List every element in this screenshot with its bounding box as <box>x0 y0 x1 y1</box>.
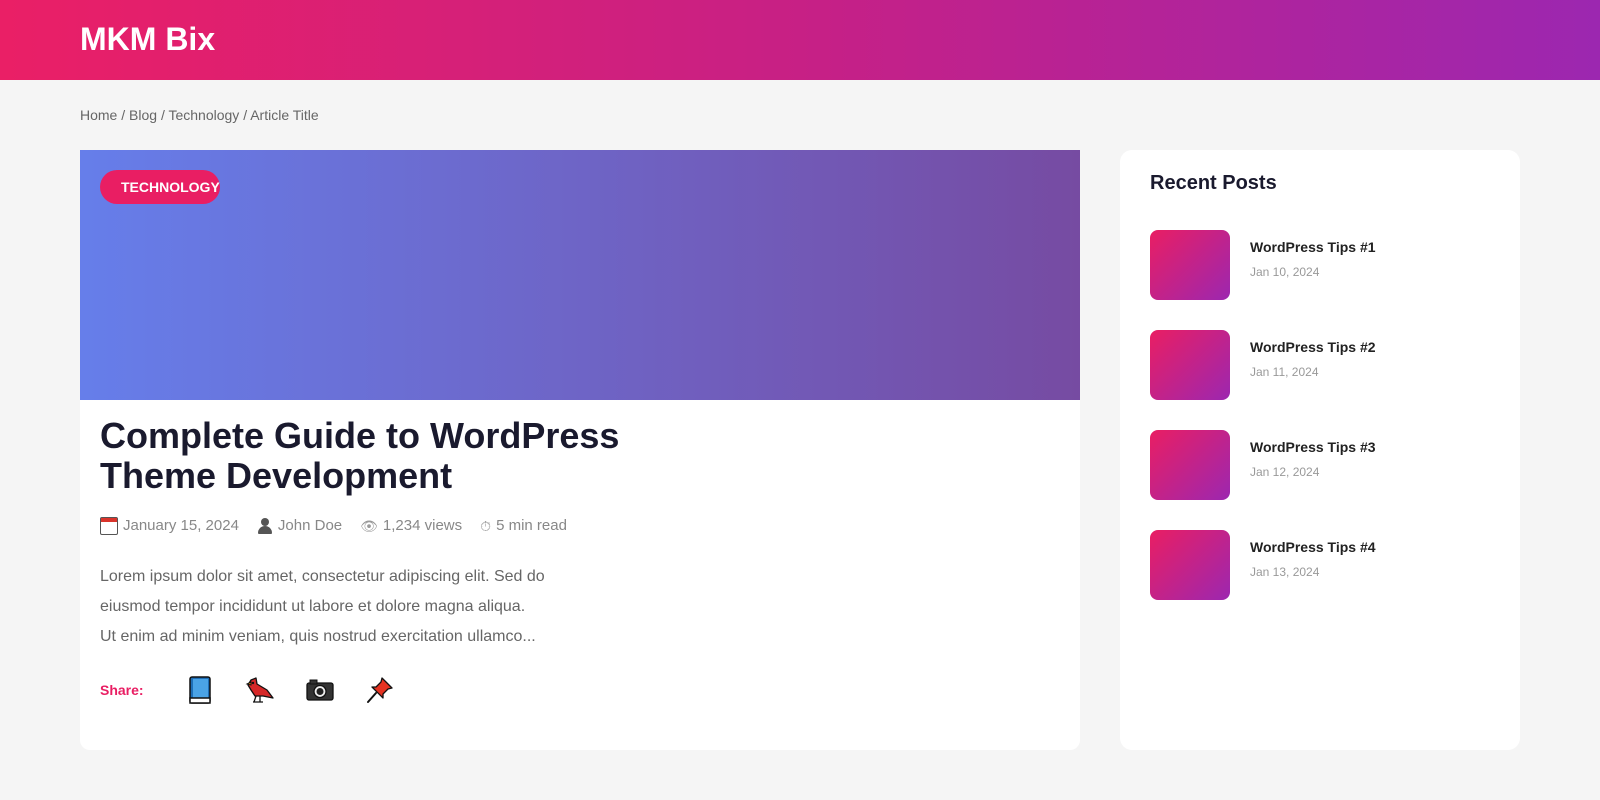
breadcrumb-separator: / <box>157 107 169 123</box>
meta-read-time-text: 5 min read <box>496 517 567 534</box>
share-twitter-button[interactable] <box>240 670 280 710</box>
site-logo[interactable]: MKM Bix <box>80 20 215 58</box>
share-label: Share: <box>100 682 144 698</box>
post-date: Jan 11, 2024 <box>1250 365 1319 379</box>
post-title[interactable]: WordPress Tips #4 <box>1250 539 1376 555</box>
excerpt-line: Ut enim ad minim veniam, quis nostrud ex… <box>100 628 536 645</box>
camera-icon <box>306 679 334 701</box>
recent-post-item[interactable]: WordPress Tips #4 Jan 13, 2024 <box>1150 530 1490 600</box>
breadcrumb-separator: / <box>239 107 251 123</box>
recent-post-item[interactable]: WordPress Tips #2 Jan 11, 2024 <box>1150 330 1490 400</box>
breadcrumb-blog[interactable]: Blog <box>129 107 157 123</box>
article-title: Complete Guide to WordPress Theme Develo… <box>100 415 620 496</box>
meta-author-text[interactable]: John Doe <box>278 516 342 536</box>
share-pinterest-button[interactable] <box>360 670 400 710</box>
meta-date: January 15, 2024 <box>100 516 239 536</box>
post-date: Jan 10, 2024 <box>1250 265 1320 279</box>
share-bar: Share: <box>100 670 420 710</box>
post-title[interactable]: WordPress Tips #1 <box>1250 239 1376 255</box>
site-header: MKM Bix <box>0 0 1600 80</box>
pushpin-icon <box>367 677 393 703</box>
post-title[interactable]: WordPress Tips #3 <box>1250 439 1376 455</box>
breadcrumb-current: Article Title <box>250 107 319 123</box>
meta-views: 👁 1,234 views <box>360 516 462 536</box>
share-instagram-button[interactable] <box>300 670 340 710</box>
sidebar-recent-posts: Recent Posts WordPress Tips #1 Jan 10, 2… <box>1120 150 1520 750</box>
article-hero-image: TECHNOLOGY <box>80 150 1080 400</box>
share-facebook-button[interactable] <box>180 670 220 710</box>
eye-icon: 👁 <box>360 518 378 534</box>
meta-views-text: 1,234 views <box>382 517 463 534</box>
bird-icon <box>245 677 274 703</box>
calendar-icon <box>100 517 118 535</box>
post-thumbnail[interactable] <box>1150 230 1230 300</box>
meta-read-time: ⏱ 5 min read <box>480 516 567 536</box>
post-thumbnail[interactable] <box>1150 330 1230 400</box>
article-excerpt: Lorem ipsum dolor sit amet, consectetur … <box>100 562 570 652</box>
breadcrumb-separator: / <box>117 107 130 123</box>
breadcrumb-home[interactable]: Home <box>80 107 117 123</box>
article-meta: January 15, 2024 John Doe 👁 1,234 views … <box>100 516 585 536</box>
article-card: TECHNOLOGY Complete Guide to WordPress T… <box>80 150 1080 750</box>
clock-icon: ⏱ <box>480 518 492 534</box>
post-thumbnail[interactable] <box>1150 430 1230 500</box>
meta-date-text: January 15, 2024 <box>123 517 239 534</box>
breadcrumb: Home / Blog / Technology / Article Title <box>80 106 319 124</box>
recent-post-item[interactable]: WordPress Tips #1 Jan 10, 2024 <box>1150 230 1490 300</box>
excerpt-line: Lorem ipsum dolor sit amet, consectetur … <box>100 568 545 585</box>
post-date: Jan 12, 2024 <box>1250 465 1320 479</box>
excerpt-line: eiusmod tempor incididunt ut labore et d… <box>100 598 526 615</box>
post-date: Jan 13, 2024 <box>1250 565 1320 579</box>
sidebar-title: Recent Posts <box>1150 172 1277 194</box>
post-title[interactable]: WordPress Tips #2 <box>1250 339 1376 355</box>
post-thumbnail[interactable] <box>1150 530 1230 600</box>
category-badge[interactable]: TECHNOLOGY <box>100 170 220 204</box>
breadcrumb-technology[interactable]: Technology <box>168 107 239 123</box>
user-icon <box>257 517 273 535</box>
book-icon <box>189 676 211 704</box>
meta-author: John Doe <box>257 516 342 536</box>
recent-post-item[interactable]: WordPress Tips #3 Jan 12, 2024 <box>1150 430 1490 500</box>
